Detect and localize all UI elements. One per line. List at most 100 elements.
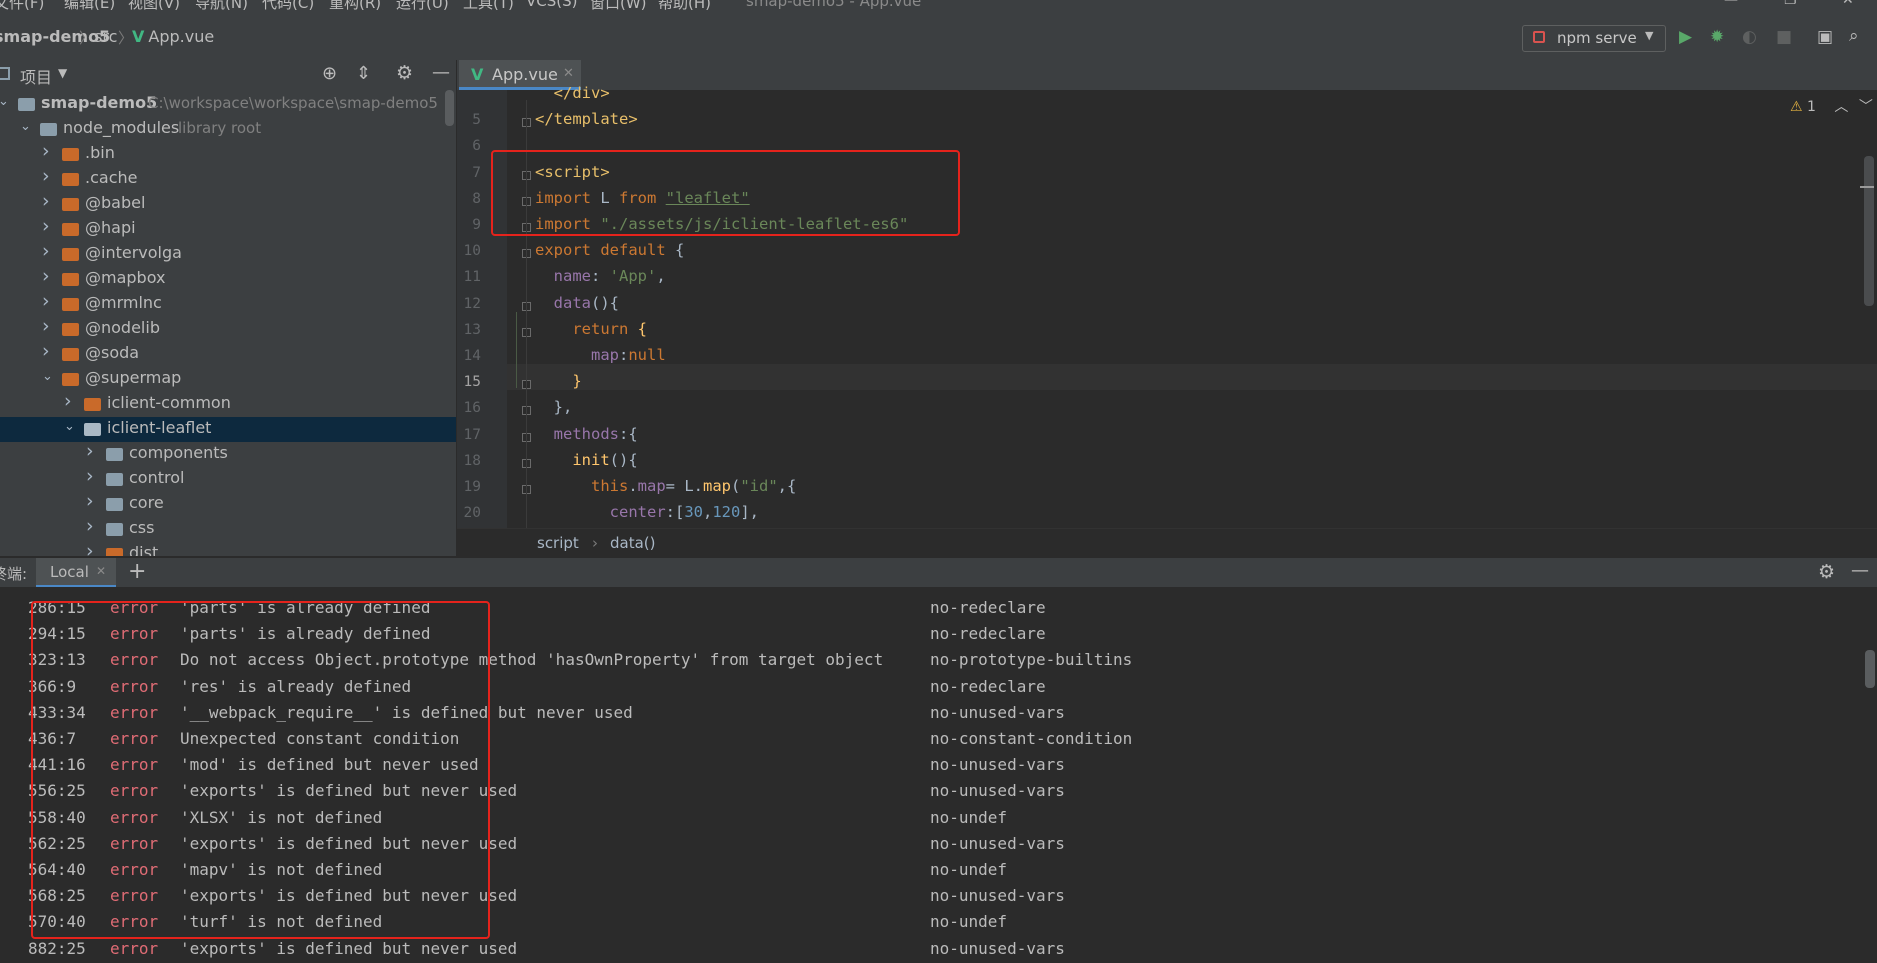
- chevron-down-icon[interactable]: ▼: [58, 66, 67, 80]
- restore-icon[interactable]: ❐: [1784, 0, 1797, 8]
- tab-local[interactable]: Local ✕: [36, 558, 116, 588]
- code-line[interactable]: }: [535, 372, 581, 390]
- add-terminal-icon[interactable]: +: [128, 559, 146, 584]
- tree-item[interactable]: › css: [0, 515, 456, 542]
- menu-file[interactable]: 文件(F): [0, 0, 44, 12]
- tree-item[interactable]: › .cache: [0, 165, 456, 192]
- tree-item[interactable]: › @nodelib: [0, 315, 456, 342]
- close-window-icon[interactable]: ✕: [1842, 0, 1854, 8]
- breadcrumb-folder[interactable]: src: [94, 27, 117, 46]
- chevron-right-icon[interactable]: ›: [42, 315, 50, 337]
- menu-view[interactable]: 视图(V): [128, 0, 180, 12]
- tree-item[interactable]: › .bin: [0, 140, 456, 167]
- inspection-widget[interactable]: ⚠ 1 ︿ ﹀: [1790, 96, 1873, 116]
- tree-item[interactable]: ⌄ iclient-leaflet: [0, 417, 456, 442]
- tree-item[interactable]: › control: [0, 465, 456, 492]
- code-line[interactable]: name: 'App',: [535, 267, 666, 285]
- gear-icon[interactable]: ⚙: [1818, 561, 1835, 583]
- tree-item-label: .bin: [85, 143, 115, 162]
- chevron-right-icon[interactable]: ›: [86, 515, 94, 537]
- chevron-up-icon[interactable]: ︿: [1834, 99, 1848, 115]
- menu-tools[interactable]: 工具(T): [463, 0, 514, 12]
- collapse-all-icon[interactable]: ⇕: [356, 63, 371, 84]
- layout-icon[interactable]: ▣: [1817, 28, 1833, 46]
- chevron-right-icon[interactable]: ›: [86, 540, 94, 556]
- chevron-right-icon[interactable]: ›: [42, 140, 50, 162]
- close-tab-icon[interactable]: ✕: [96, 564, 106, 578]
- chevron-down-icon[interactable]: ⌄: [0, 94, 9, 109]
- menu-window[interactable]: 窗口(W): [590, 0, 647, 12]
- chevron-right-icon[interactable]: ›: [42, 290, 50, 312]
- search-icon[interactable]: ⌕: [1849, 27, 1859, 45]
- chevron-right-icon[interactable]: ›: [42, 215, 50, 237]
- folder-icon: [18, 98, 35, 111]
- code-line[interactable]: </div>: [535, 84, 610, 102]
- debug-icon[interactable]: ✹: [1710, 28, 1724, 46]
- coverage-icon[interactable]: ◐: [1742, 28, 1757, 46]
- project-panel-header: 项目 ▼ ⊕ ⇕ ⚙ —: [0, 60, 456, 91]
- run-configuration-select[interactable]: npm serve ▼: [1522, 25, 1666, 52]
- code-line[interactable]: },: [535, 398, 573, 416]
- tree-item[interactable]: › iclient-common: [0, 390, 456, 417]
- project-tree-scrollbar[interactable]: [445, 90, 454, 126]
- tree-item-label: iclient-common: [107, 393, 231, 412]
- menu-code[interactable]: 代码(C): [262, 0, 314, 12]
- menu-refactor[interactable]: 重构(R): [329, 0, 381, 12]
- tree-item[interactable]: ⌄ node_modules library root: [0, 117, 456, 142]
- chevron-down-icon[interactable]: ⌄: [42, 369, 53, 384]
- chevron-right-icon[interactable]: ›: [42, 265, 50, 287]
- editor-scrollbar[interactable]: [1864, 156, 1874, 306]
- code-line[interactable]: this.map= L.map("id",{: [535, 477, 796, 495]
- code-line[interactable]: return {: [535, 320, 647, 338]
- menu-navigate[interactable]: 导航(N): [195, 0, 248, 12]
- code-line[interactable]: data(){: [535, 294, 619, 312]
- chevron-right-icon[interactable]: ›: [86, 465, 94, 487]
- chevron-right-icon: 〉: [79, 29, 95, 47]
- breadcrumb-data[interactable]: data(): [610, 534, 656, 552]
- breadcrumb-file[interactable]: V App.vue: [132, 27, 214, 46]
- tree-item[interactable]: › @babel: [0, 190, 456, 217]
- menu-edit[interactable]: 编辑(E): [64, 0, 115, 12]
- chevron-down-icon[interactable]: ⌄: [64, 419, 75, 434]
- stop-icon[interactable]: ■: [1776, 28, 1792, 46]
- tree-item[interactable]: › @intervolga: [0, 240, 456, 267]
- chevron-down-icon[interactable]: ⌄: [20, 119, 31, 134]
- menu-help[interactable]: 帮助(H): [658, 0, 711, 12]
- tree-item[interactable]: › @mapbox: [0, 265, 456, 292]
- project-panel-title[interactable]: 项目: [20, 64, 52, 88]
- error-stripe-marker[interactable]: [1860, 186, 1874, 188]
- tree-item[interactable]: › @hapi: [0, 215, 456, 242]
- gear-icon[interactable]: ⚙: [396, 62, 413, 84]
- close-tab-icon[interactable]: ✕: [563, 66, 574, 81]
- code-line[interactable]: center:[30,120],: [535, 503, 759, 521]
- chevron-right-icon[interactable]: ›: [42, 190, 50, 212]
- code-line[interactable]: </template>: [535, 110, 638, 128]
- code-line[interactable]: methods:{: [535, 425, 638, 443]
- chevron-right-icon[interactable]: ›: [86, 490, 94, 512]
- tree-item[interactable]: › components: [0, 440, 456, 467]
- chevron-right-icon[interactable]: ›: [64, 390, 72, 412]
- menu-run[interactable]: 运行(U): [396, 0, 449, 12]
- hide-panel-icon[interactable]: —: [432, 62, 450, 83]
- breadcrumb-script[interactable]: script: [537, 534, 579, 552]
- minimize-icon[interactable]: —: [1724, 0, 1738, 8]
- tree-item[interactable]: › dist: [0, 540, 456, 556]
- terminal-scrollbar[interactable]: [1865, 650, 1875, 688]
- chevron-right-icon[interactable]: ›: [86, 440, 94, 462]
- code-line[interactable]: init(){: [535, 451, 637, 469]
- hide-panel-icon[interactable]: —: [1851, 560, 1869, 581]
- chevron-down-icon[interactable]: ﹀: [1859, 99, 1873, 115]
- locate-icon[interactable]: ⊕: [322, 63, 337, 84]
- menu-vcs[interactable]: VCS(S): [526, 0, 577, 10]
- tree-item[interactable]: › @soda: [0, 340, 456, 367]
- chevron-right-icon[interactable]: ›: [42, 240, 50, 262]
- code-line[interactable]: map:null: [535, 346, 666, 364]
- tree-item[interactable]: › @mrmlnc: [0, 290, 456, 317]
- chevron-right-icon[interactable]: ›: [42, 165, 50, 187]
- run-icon[interactable]: ▶: [1679, 28, 1692, 46]
- tree-item[interactable]: › core: [0, 490, 456, 517]
- code-line[interactable]: export default {: [535, 241, 684, 259]
- tree-item[interactable]: ⌄ smap-demo5 C:\workspace\workspace\smap-d…: [0, 92, 456, 117]
- tree-item[interactable]: ⌄ @supermap: [0, 367, 456, 392]
- chevron-right-icon[interactable]: ›: [42, 340, 50, 362]
